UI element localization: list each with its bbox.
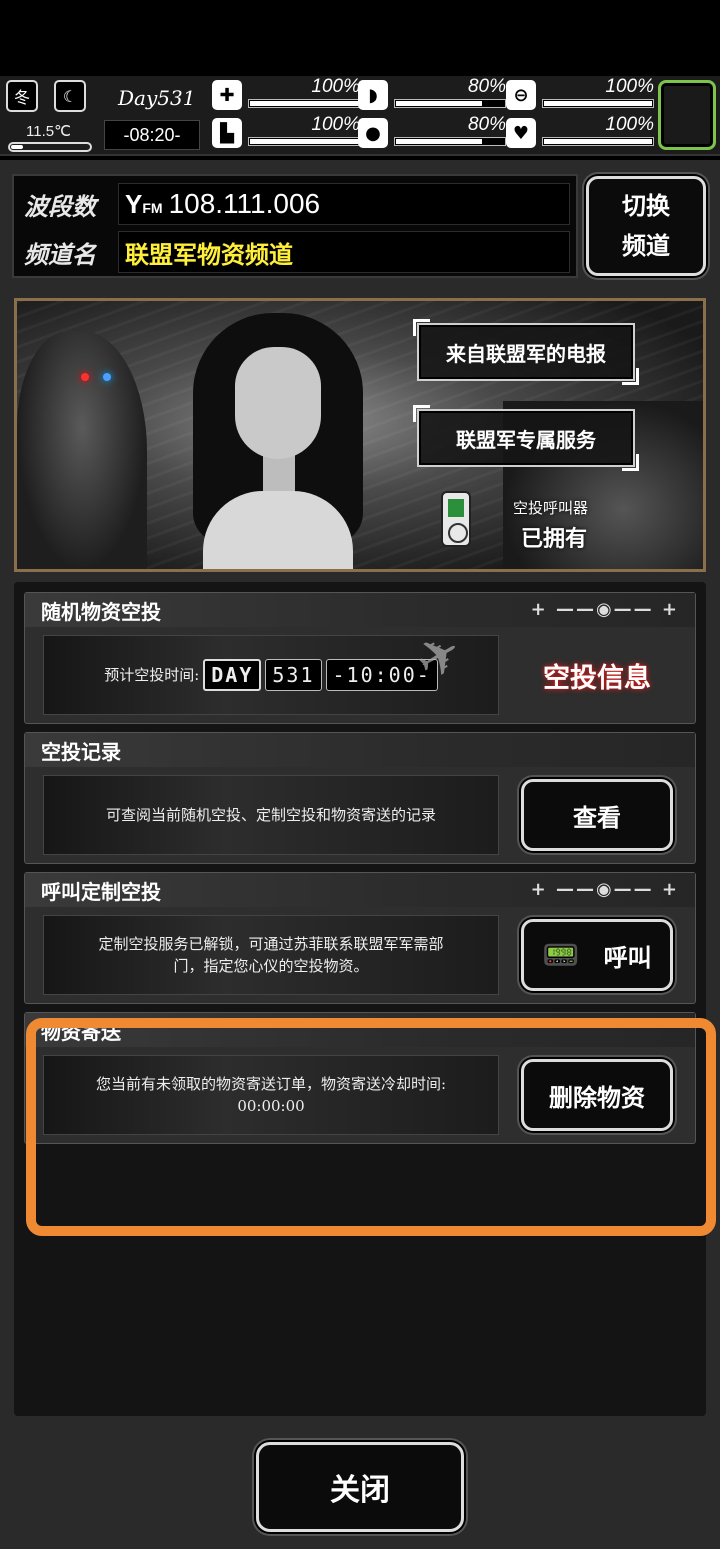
- stat-health-bar: [248, 99, 360, 108]
- airdrop-caller-label: 空投呼叫器: [513, 499, 589, 517]
- stat-hunger: ◗ 80%: [358, 76, 506, 112]
- stat-mental-fill: [544, 101, 652, 106]
- band-label: 波段数: [24, 191, 96, 221]
- channel-value-box: 联盟军物资频道: [118, 231, 570, 273]
- airdrop-records-title: 空投记录: [41, 739, 121, 764]
- airdrop-records-section: 空投记录 可查阅当前随机空投、定制空投和物资寄送的记录 查看: [24, 732, 696, 864]
- day-counter: Day531: [118, 86, 196, 110]
- stat-stamina: ▙ 100%: [212, 114, 360, 150]
- temperature-readout: 11.5℃: [26, 123, 71, 140]
- airdrop-info-button[interactable]: 空投信息: [521, 639, 673, 711]
- supply-delivery-header: 物资寄送: [25, 1013, 695, 1047]
- alliance-banner: 来自联盟军的电报 联盟军专属服务 空投呼叫器 已拥有: [14, 298, 706, 572]
- frequency-value: 108.111.006: [168, 188, 321, 219]
- satellite-icon: + ——◉—— +: [530, 599, 679, 620]
- band-value-box: YFM 108.111.006: [118, 183, 570, 225]
- call-airdrop-label: 呼叫: [603, 942, 652, 972]
- custom-airdrop-title: 呼叫定制空投: [41, 879, 161, 904]
- weather-panel: 冬 ☾ 11.5℃: [6, 80, 94, 152]
- radio-panel: 波段数 YFM 108.111.006 频道名 联盟军物资频道 切换 频道 来自…: [0, 160, 720, 1549]
- zombie-illustration: [17, 331, 147, 569]
- stat-hunger-bar: [394, 99, 506, 108]
- zombie-red-eye: [81, 373, 89, 381]
- delete-supplies-button[interactable]: 删除物资: [521, 1059, 673, 1131]
- portrait-face: [235, 347, 321, 459]
- random-airdrop-section: 随机物资空投 + ——◉—— + 预计空投时间: DAY 531 -10:00-…: [24, 592, 696, 724]
- stat-mental-value: 100%: [605, 76, 654, 97]
- stat-health: ✚ 100%: [212, 76, 360, 112]
- season-label: 冬: [13, 88, 30, 107]
- call-airdrop-button[interactable]: 📟 呼叫: [521, 919, 673, 991]
- stat-stamina-fill: [250, 139, 358, 144]
- stomach-icon: ◗: [358, 80, 388, 110]
- stat-mental-bar: [542, 99, 654, 108]
- custom-airdrop-description: 定制空投服务已解锁，可通过苏菲联系联盟军军需部门，指定您心仪的空投物资。: [43, 915, 499, 995]
- fm-prefix: FM: [142, 199, 163, 216]
- walkie-talkie-icon: [441, 491, 471, 547]
- supply-delivery-description: 您当前有未领取的物资寄送订单，物资寄送冷却时间: 00:00:00: [43, 1055, 499, 1135]
- switch-channel-line1: 切换: [622, 191, 670, 220]
- stat-thirst-bar: [394, 137, 506, 146]
- status-bar: 冬 ☾ 11.5℃ Day531 -08:20- ✚ 100% ◗ 80% ⊖ …: [0, 76, 720, 156]
- view-records-button[interactable]: 查看: [521, 779, 673, 851]
- walkie-talkie-icon: 📟: [542, 937, 580, 973]
- zombie-blue-eye: [103, 373, 111, 381]
- boot-icon: ▙: [212, 118, 242, 148]
- thermometer-bar: [8, 142, 92, 152]
- supply-delivery-section: 物资寄送 您当前有未领取的物资寄送订单，物资寄送冷却时间: 00:00:00 删…: [24, 1012, 696, 1144]
- stat-mood-value: 100%: [605, 114, 654, 135]
- close-button[interactable]: 关闭: [256, 1442, 464, 1532]
- capsule-icon: ⊖: [506, 80, 536, 110]
- stat-hunger-fill: [396, 101, 482, 106]
- season-snow-icon: 冬: [6, 80, 38, 112]
- sophie-portrait: [193, 313, 363, 569]
- stat-thirst: ● 80%: [358, 114, 506, 150]
- custom-airdrop-section: 呼叫定制空投 + ——◉—— + 定制空投服务已解锁，可通过苏菲联系联盟军军需部…: [24, 872, 696, 1004]
- channel-label: 频道名: [24, 239, 96, 269]
- airdrop-eta-display: 预计空投时间: DAY 531 -10:00- ✈: [43, 621, 499, 715]
- stat-hunger-value: 80%: [467, 76, 506, 97]
- custom-airdrop-header: 呼叫定制空投 + ——◉—— +: [25, 873, 695, 907]
- random-airdrop-title: 随机物资空投: [41, 599, 161, 624]
- stat-health-fill: [250, 101, 358, 106]
- supply-delivery-title: 物资寄送: [41, 1019, 121, 1044]
- stat-thirst-value: 80%: [467, 114, 506, 135]
- service-list: 随机物资空投 + ——◉—— + 预计空投时间: DAY 531 -10:00-…: [14, 582, 706, 1416]
- random-airdrop-header: 随机物资空投 + ——◉—— +: [25, 593, 695, 627]
- thermometer-fill: [11, 145, 23, 149]
- stat-mood: ♥ 100%: [506, 114, 654, 150]
- stat-mood-fill: [544, 139, 652, 144]
- stat-health-value: 100%: [311, 76, 360, 97]
- heart-icon: ♥: [506, 118, 536, 148]
- switch-channel-button[interactable]: 切换 频道: [586, 176, 706, 276]
- satellite-icon: + ——◉—— +: [530, 879, 679, 900]
- antenna-icon: YFM: [125, 188, 163, 219]
- switch-channel-line2: 频道: [622, 231, 670, 260]
- frequency-display: 波段数 YFM 108.111.006 频道名 联盟军物资频道: [12, 174, 578, 278]
- airdrop-day-tag: DAY: [203, 659, 262, 691]
- channel-row: 频道名 联盟军物资频道: [14, 228, 576, 276]
- stat-mental: ⊖ 100%: [506, 76, 654, 112]
- airdrop-records-header: 空投记录: [25, 733, 695, 767]
- stat-thirst-fill: [396, 139, 482, 144]
- stat-mood-bar: [542, 137, 654, 146]
- stat-stamina-value: 100%: [311, 114, 360, 135]
- day-clock: Day531 -08:20-: [104, 80, 202, 150]
- airdrop-records-description: 可查阅当前随机空投、定制空投和物资寄送的记录: [43, 775, 499, 855]
- airdrop-eta-label: 预计空投时间:: [104, 666, 200, 684]
- water-drop-icon: ●: [358, 118, 388, 148]
- airdrop-caller-status: 已拥有: [521, 527, 588, 552]
- equipment-slot[interactable]: [658, 80, 716, 150]
- airdrop-day-value: 531: [265, 659, 322, 691]
- channel-name: 联盟军物资频道: [125, 239, 293, 269]
- moon-icon: ☾: [54, 80, 86, 112]
- medkit-icon: ✚: [212, 80, 242, 110]
- band-row: 波段数 YFM 108.111.006: [14, 180, 576, 228]
- airplane-icon: ✈: [405, 620, 474, 695]
- stat-stamina-bar: [248, 137, 360, 146]
- exclusive-service-button[interactable]: 联盟军专属服务: [413, 405, 639, 471]
- clock-time: -08:20-: [104, 120, 200, 150]
- telegram-button[interactable]: 来自联盟军的电报: [413, 319, 639, 385]
